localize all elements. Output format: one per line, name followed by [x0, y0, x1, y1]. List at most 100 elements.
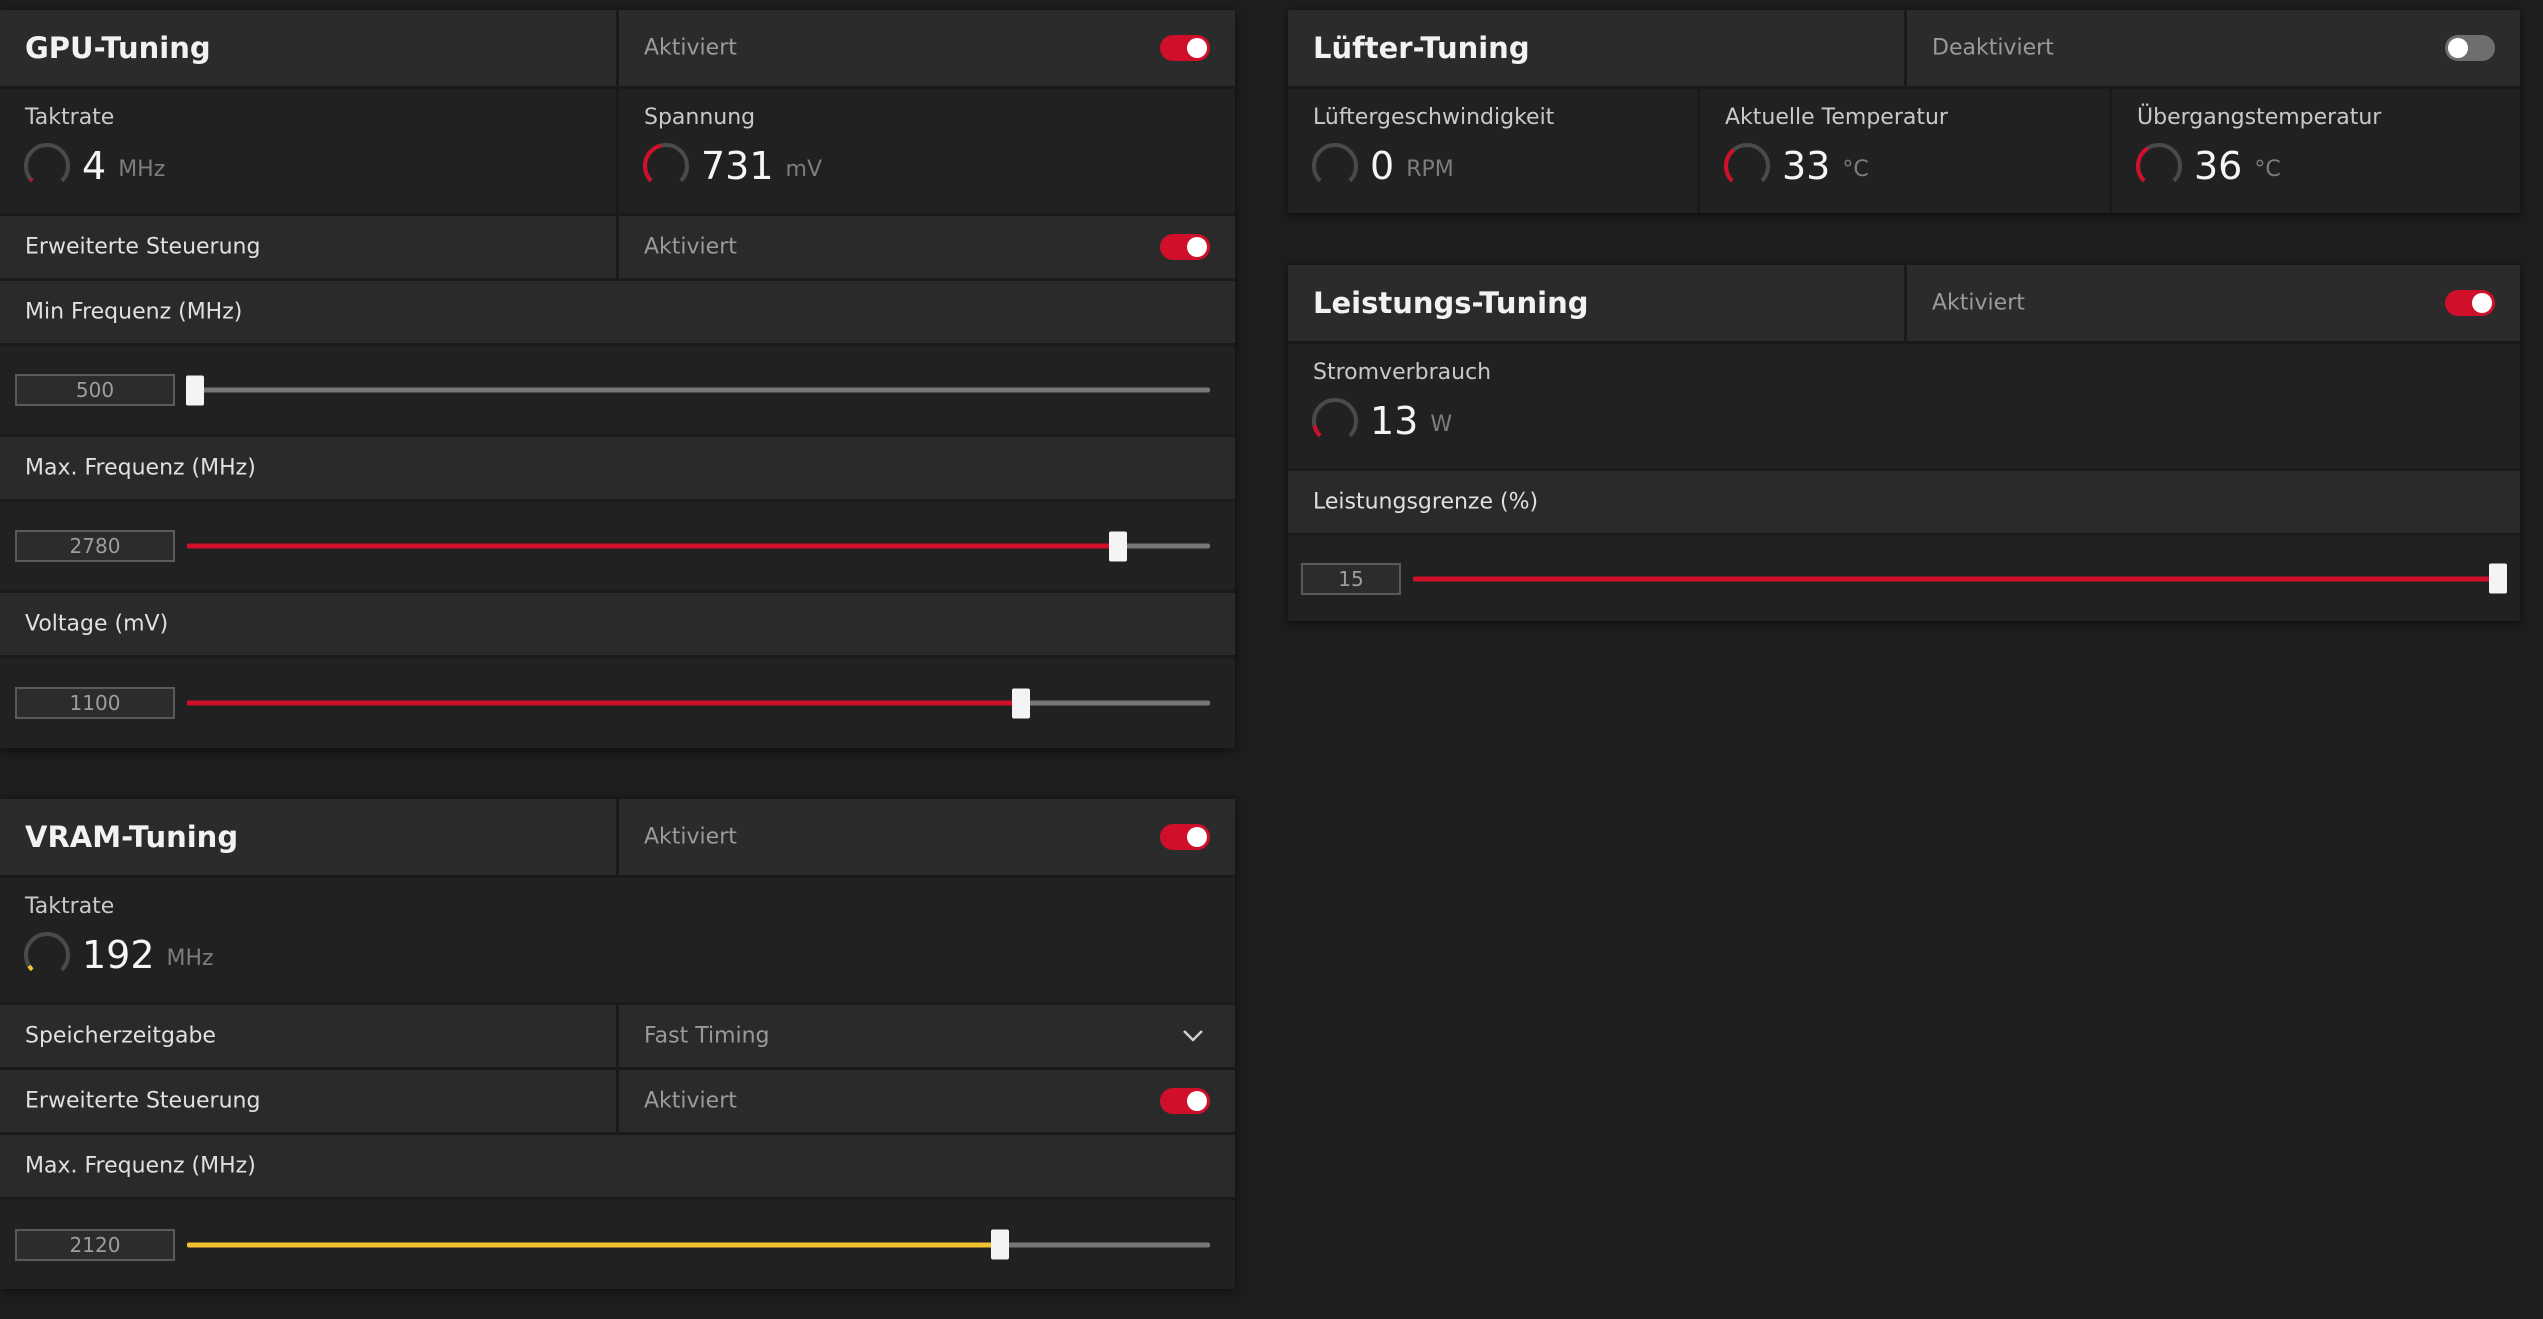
vram-clock-metric: Taktrate 192 MHz	[0, 878, 616, 1002]
gpu-advanced-status: Aktiviert	[644, 234, 737, 260]
gpu-voltage-slider-label: Voltage (mV)	[25, 611, 169, 637]
power-metrics-row: Stromverbrauch 13 W	[1288, 344, 2520, 468]
fan-temp-value: 33	[1782, 144, 1831, 188]
power-limit-slider[interactable]	[1413, 563, 2507, 594]
vram-clock-label: Taktrate	[25, 894, 115, 919]
vram-tuning-panel: VRAM-Tuning Aktiviert Taktrate 192 MHz S…	[0, 799, 1235, 1289]
power-limit-slider-row: 15	[1288, 536, 2520, 621]
fan-junction-gauge-icon	[2136, 143, 2182, 183]
vram-max-freq-input[interactable]: 2120	[15, 1228, 175, 1261]
vram-tuning-header: VRAM-Tuning Aktiviert	[0, 799, 1235, 875]
power-tuning-header: Leistungs-Tuning Aktiviert	[1288, 265, 2520, 341]
fan-junction-label: Übergangstemperatur	[2137, 105, 2382, 130]
power-consumption-metric: Stromverbrauch 13 W	[1288, 344, 1904, 468]
power-tuning-toggle[interactable]	[2445, 290, 2495, 316]
gpu-min-freq-label: Min Frequenz (MHz)	[25, 299, 243, 325]
vram-max-freq-header: Max. Frequenz (MHz)	[0, 1135, 1235, 1197]
fan-temp-unit: °C	[1842, 156, 1869, 182]
power-consumption-gauge-icon	[1312, 398, 1358, 438]
gpu-clock-metric: Taktrate 4 MHz	[0, 89, 616, 213]
fan-speed-gauge-icon	[1312, 143, 1358, 183]
gpu-voltage-label: Spannung	[644, 105, 756, 130]
gpu-max-freq-input[interactable]: 2780	[15, 530, 175, 562]
vram-clock-gauge-icon	[24, 932, 70, 972]
gpu-voltage-thumb[interactable]	[1011, 688, 1030, 718]
vram-timing-value: Fast Timing	[644, 1023, 770, 1049]
vram-timing-row: Speicherzeitgabe Fast Timing	[0, 1005, 1235, 1067]
gpu-tuning-toggle[interactable]	[1160, 35, 1210, 61]
power-limit-header: Leistungsgrenze (%)	[1288, 471, 2520, 533]
fan-speed-value: 0	[1370, 144, 1395, 188]
gpu-max-freq-slider-row: 2780	[0, 502, 1235, 590]
gpu-voltage-metric: Spannung 731 mV	[619, 89, 1235, 213]
vram-advanced-status: Aktiviert	[644, 1088, 737, 1114]
vram-advanced-row: Erweiterte Steuerung Aktiviert	[0, 1070, 1235, 1132]
power-tuning-status: Aktiviert	[1932, 290, 2025, 316]
vram-max-freq-slider[interactable]	[187, 1229, 1210, 1260]
gpu-max-freq-header: Max. Frequenz (MHz)	[0, 437, 1235, 499]
vram-tuning-title: VRAM-Tuning	[25, 820, 239, 854]
vram-timing-label: Speicherzeitgabe	[25, 1023, 216, 1049]
gpu-voltage-unit: mV	[785, 156, 823, 182]
fan-speed-metric: Lüftergeschwindigkeit 0 RPM	[1288, 89, 1697, 213]
fan-tuning-header: Lüfter-Tuning Deaktiviert	[1288, 10, 2520, 86]
gpu-tuning-panel: GPU-Tuning Aktiviert Taktrate 4 MHz Span…	[0, 10, 1235, 748]
vram-tuning-status: Aktiviert	[644, 824, 737, 850]
power-limit-thumb[interactable]	[2489, 563, 2507, 594]
gpu-advanced-toggle[interactable]	[1160, 234, 1210, 260]
gpu-voltage-slider-header: Voltage (mV)	[0, 593, 1235, 655]
gpu-tuning-title: GPU-Tuning	[25, 31, 211, 65]
gpu-clock-label: Taktrate	[25, 105, 115, 130]
gpu-metrics-row: Taktrate 4 MHz Spannung 731 mV	[0, 89, 1235, 213]
gpu-min-freq-thumb[interactable]	[186, 375, 204, 405]
fan-temp-label: Aktuelle Temperatur	[1725, 105, 1948, 130]
gpu-clock-gauge-icon	[24, 143, 70, 183]
gpu-advanced-row: Erweiterte Steuerung Aktiviert	[0, 216, 1235, 278]
fan-junction-value: 36	[2194, 144, 2243, 188]
gpu-advanced-label: Erweiterte Steuerung	[25, 234, 261, 260]
vram-max-freq-thumb[interactable]	[991, 1229, 1010, 1260]
gpu-tuning-status: Aktiviert	[644, 35, 737, 61]
fan-tuning-status: Deaktiviert	[1932, 35, 2054, 61]
gpu-max-freq-slider[interactable]	[187, 531, 1210, 561]
vram-max-freq-slider-row: 2120	[0, 1200, 1235, 1289]
vram-clock-unit: MHz	[166, 945, 214, 971]
fan-tuning-toggle[interactable]	[2445, 35, 2495, 61]
gpu-voltage-input[interactable]: 1100	[15, 687, 175, 719]
gpu-max-freq-label: Max. Frequenz (MHz)	[25, 455, 256, 481]
vram-advanced-label: Erweiterte Steuerung	[25, 1088, 261, 1114]
fan-speed-unit: RPM	[1406, 156, 1454, 182]
power-limit-input[interactable]: 15	[1301, 562, 1401, 595]
fan-temp-metric: Aktuelle Temperatur 33 °C	[1700, 89, 2109, 213]
vram-tuning-toggle[interactable]	[1160, 824, 1210, 850]
fan-junction-metric: Übergangstemperatur 36 °C	[2112, 89, 2520, 213]
gpu-voltage-gauge-icon	[643, 143, 689, 183]
vram-max-freq-label: Max. Frequenz (MHz)	[25, 1153, 256, 1179]
gpu-max-freq-thumb[interactable]	[1108, 531, 1127, 561]
power-consumption-value: 13	[1370, 399, 1419, 443]
vram-advanced-toggle[interactable]	[1160, 1088, 1210, 1114]
gpu-min-freq-slider[interactable]	[186, 375, 1210, 405]
vram-clock-value: 192	[82, 933, 155, 977]
gpu-min-freq-slider-row: 500	[0, 346, 1235, 434]
gpu-voltage-slider-row: 1100	[0, 658, 1235, 748]
power-limit-label: Leistungsgrenze (%)	[1313, 489, 1539, 515]
fan-metrics-row: Lüftergeschwindigkeit 0 RPM Aktuelle Tem…	[1288, 89, 2520, 213]
fan-speed-label: Lüftergeschwindigkeit	[1313, 105, 1555, 130]
power-consumption-unit: W	[1430, 411, 1453, 437]
fan-tuning-title: Lüfter-Tuning	[1313, 31, 1530, 65]
vram-timing-dropdown[interactable]: Fast Timing	[619, 1005, 1235, 1067]
chevron-down-icon	[1183, 1030, 1203, 1042]
fan-junction-unit: °C	[2254, 156, 2281, 182]
fan-temp-gauge-icon	[1724, 143, 1770, 183]
power-consumption-label: Stromverbrauch	[1313, 360, 1492, 385]
gpu-min-freq-input[interactable]: 500	[15, 374, 175, 406]
gpu-clock-unit: MHz	[118, 156, 166, 182]
gpu-voltage-value: 731	[701, 144, 774, 188]
gpu-tuning-header: GPU-Tuning Aktiviert	[0, 10, 1235, 86]
power-tuning-title: Leistungs-Tuning	[1313, 286, 1589, 320]
power-tuning-panel: Leistungs-Tuning Aktiviert Stromverbrauc…	[1288, 265, 2520, 621]
vram-metrics-row: Taktrate 192 MHz	[0, 878, 1235, 1002]
gpu-voltage-slider[interactable]	[187, 688, 1210, 718]
gpu-min-freq-header: Min Frequenz (MHz)	[0, 281, 1235, 343]
